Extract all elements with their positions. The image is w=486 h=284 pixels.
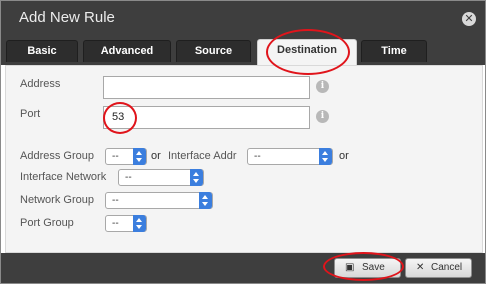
or-label: or xyxy=(151,150,161,162)
select-arrows-icon xyxy=(133,148,146,165)
or-label: or xyxy=(339,150,349,162)
tab-advanced[interactable]: Advanced xyxy=(83,40,171,62)
select-arrows-icon xyxy=(190,169,203,186)
interface-network-value: -- xyxy=(125,172,132,183)
network-group-value: -- xyxy=(112,195,119,206)
dialog-titlebar: Add New Rule ✕ Basic Advanced Source Des… xyxy=(1,1,485,65)
address-label: Address xyxy=(20,78,61,90)
tab-time[interactable]: Time xyxy=(361,40,427,62)
select-arrows-icon xyxy=(199,192,212,209)
port-group-select[interactable]: -- xyxy=(105,215,147,232)
port-value-highlight xyxy=(103,102,137,134)
network-group-select[interactable]: -- xyxy=(105,192,213,209)
close-button[interactable]: ✕ xyxy=(462,12,476,26)
address-input[interactable] xyxy=(103,76,310,99)
select-arrows-icon xyxy=(133,215,146,232)
cancel-button[interactable]: ✕ Cancel xyxy=(405,258,472,278)
address-info-icon[interactable]: i xyxy=(316,80,329,93)
port-group-value: -- xyxy=(112,218,119,229)
port-group-label: Port Group xyxy=(20,217,74,229)
dialog-title: Add New Rule xyxy=(19,9,115,26)
address-group-label: Address Group xyxy=(20,150,94,162)
interface-addr-select[interactable]: -- xyxy=(247,148,333,165)
interface-network-label: Interface Network xyxy=(20,171,107,183)
cancel-button-label: Cancel xyxy=(431,262,463,273)
destination-panel: Address i Port 53 i Address Group -- or … xyxy=(5,65,483,253)
tab-source[interactable]: Source xyxy=(176,40,251,62)
interface-addr-label: Interface Addr xyxy=(168,150,237,162)
port-label: Port xyxy=(20,108,41,120)
dialog-footer: ▣ Save ✕ Cancel xyxy=(1,253,485,283)
destination-tab-highlight xyxy=(266,29,350,75)
close-icon: ✕ xyxy=(464,13,474,25)
interface-network-select[interactable]: -- xyxy=(118,169,204,186)
add-new-rule-dialog: Add New Rule ✕ Basic Advanced Source Des… xyxy=(0,0,486,284)
save-button-highlight xyxy=(323,252,404,281)
address-group-value: -- xyxy=(112,151,119,162)
port-info-icon[interactable]: i xyxy=(316,110,329,123)
tab-basic[interactable]: Basic xyxy=(6,40,78,62)
x-icon: ✕ xyxy=(416,262,425,273)
select-arrows-icon xyxy=(319,148,332,165)
interface-addr-value: -- xyxy=(254,151,261,162)
address-group-select[interactable]: -- xyxy=(105,148,147,165)
network-group-label: Network Group xyxy=(20,194,94,206)
